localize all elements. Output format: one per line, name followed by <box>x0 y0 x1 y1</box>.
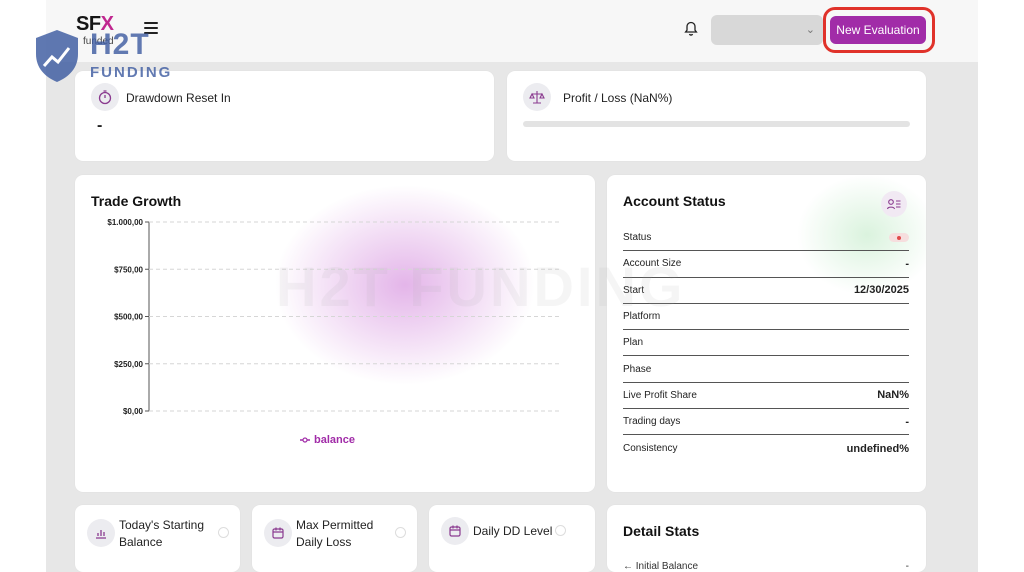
y-tick-label: $1.000,00 <box>107 218 143 227</box>
starting-balance-label: Today's Starting Balance <box>119 518 205 549</box>
bell-icon[interactable] <box>684 21 698 37</box>
row-label: Live Profit Share <box>623 389 697 401</box>
row-value: NaN% <box>877 389 909 402</box>
info-icon[interactable] <box>555 525 566 536</box>
top-bar: SFX funded ⌄ New Evaluation <box>46 0 978 62</box>
calendar-icon <box>441 517 469 545</box>
legend-label: balance <box>314 434 355 446</box>
row-label: Status <box>623 232 652 244</box>
initial-balance-label: ← Initial Balance <box>623 561 699 572</box>
consistency-row: Consistency undefined% <box>623 435 909 461</box>
phase-row: Phase <box>623 356 909 383</box>
trade-growth-card: Trade Growth $1.000,00 $750,00 $500,00 $250… <box>75 175 595 492</box>
y-tick-label: $250,00 <box>114 360 143 369</box>
chart-legend-balance[interactable]: balance <box>300 434 355 446</box>
trading-days-row: Trading days - <box>623 409 909 436</box>
y-tick-label: $750,00 <box>114 265 143 274</box>
row-value: 12/30/2025 <box>853 284 909 297</box>
new-evaluation-button[interactable]: New Evaluation <box>830 16 926 44</box>
status-row: Status <box>623 225 909 252</box>
detail-stats-card: Detail Stats ← Initial Balance - <box>607 505 926 572</box>
live-profit-share-row: Live Profit Share NaN% <box>623 383 909 410</box>
platform-row: Platform <box>623 304 909 331</box>
drawdown-value: - <box>97 117 103 134</box>
info-icon[interactable] <box>395 527 406 538</box>
drawdown-label: Drawdown Reset In <box>126 91 231 105</box>
initial-balance-row: ← Initial Balance - <box>623 561 909 572</box>
scale-icon <box>523 83 551 111</box>
row-label: Account Size <box>623 258 682 270</box>
watermark-title: H2T <box>90 28 150 61</box>
max-daily-loss-label: Max Permitted Daily Loss <box>296 518 374 549</box>
account-status-list: Status Account Size - Start 12/30/2025 Pla… <box>623 225 909 462</box>
plan-row: Plan <box>623 330 909 357</box>
profit-loss-progress-bar <box>523 121 910 127</box>
calendar-icon <box>264 519 292 547</box>
account-status-card: Account Status Status Account Size - Star… <box>607 175 926 492</box>
y-tick-label: $0,00 <box>123 407 144 416</box>
row-label: Start <box>623 284 645 296</box>
chevron-down-icon: ⌄ <box>805 24 815 36</box>
row-label: Phase <box>623 363 652 375</box>
account-select[interactable]: ⌄ <box>711 15 823 45</box>
daily-dd-card: Daily DD Level <box>429 505 595 572</box>
shield-icon <box>36 30 78 82</box>
app-frame: SFX funded ⌄ New Evaluation Drawdown Res… <box>46 0 978 572</box>
info-icon[interactable] <box>218 527 229 538</box>
row-label: Platform <box>623 311 661 323</box>
row-label: Trading days <box>623 416 681 428</box>
start-row: Start 12/30/2025 <box>623 278 909 304</box>
row-label: Plan <box>623 337 644 349</box>
trade-growth-chart: $1.000,00 $750,00 $500,00 $250,00 $0,00 <box>107 218 559 416</box>
row-value: - <box>905 415 909 428</box>
row-value: - <box>905 257 909 270</box>
starting-balance-card: Today's Starting Balance <box>75 505 240 572</box>
max-daily-loss-card: Max Permitted Daily Loss <box>252 505 417 572</box>
daily-dd-label: Daily DD Level <box>473 524 553 538</box>
account-status-title: Account Status <box>623 193 726 209</box>
legend-line-icon <box>300 437 310 443</box>
profit-loss-label: Profit / Loss (NaN%) <box>563 91 673 105</box>
y-tick-label: $500,00 <box>114 313 143 322</box>
initial-balance-value: - <box>905 561 909 572</box>
profit-loss-card: Profit / Loss (NaN%) <box>507 71 926 161</box>
row-value: undefined% <box>846 442 909 455</box>
account-size-row: Account Size - <box>623 251 909 278</box>
account-details-icon[interactable] <box>881 191 907 217</box>
row-label: Consistency <box>623 443 678 455</box>
bar-chart-icon <box>87 519 115 547</box>
status-indicator <box>889 233 909 243</box>
watermark-subtitle: FUNDING <box>90 64 173 81</box>
detail-stats-title: Detail Stats <box>623 523 700 539</box>
